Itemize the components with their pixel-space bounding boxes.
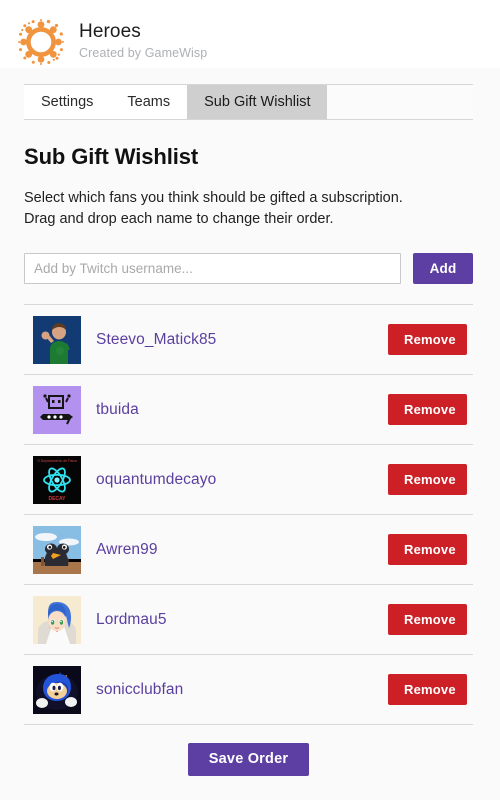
app-author: Created by GameWisp	[79, 46, 208, 60]
remove-button[interactable]: Remove	[388, 674, 467, 705]
list-item[interactable]: sonicclubfan Remove	[24, 655, 473, 725]
remove-button[interactable]: Remove	[388, 604, 467, 635]
svg-text:DECAY: DECAY	[48, 496, 66, 502]
wishlist-username[interactable]: Steevo_Matick85	[96, 331, 388, 349]
avatar-atom-icon: O Departamento de Fisica DECAY	[33, 455, 81, 504]
avatar-sonic-icon	[33, 665, 81, 714]
avatar-3d-person-waving-icon	[33, 315, 81, 364]
tab-filler	[327, 85, 473, 119]
description-line-2: Drag and drop each name to change their …	[24, 211, 334, 227]
wishlist-username[interactable]: sonicclubfan	[96, 681, 388, 699]
avatar-anime-girl-icon	[33, 595, 81, 644]
tab-settings[interactable]: Settings	[24, 85, 111, 119]
section-title: Sub Gift Wishlist	[24, 144, 199, 169]
tab-teams[interactable]: Teams	[110, 85, 188, 119]
page-title: Heroes	[79, 21, 141, 42]
svg-text:O Departamento de Fisica: O Departamento de Fisica	[37, 459, 77, 463]
list-item[interactable]: Steevo_Matick85 Remove	[24, 305, 473, 375]
wishlist-username[interactable]: tbuida	[96, 401, 388, 419]
remove-button[interactable]: Remove	[388, 394, 467, 425]
section-description: Select which fans you think should be gi…	[24, 188, 454, 230]
add-button[interactable]: Add	[413, 253, 473, 284]
tab-strip: Settings Teams Sub Gift Wishlist	[24, 84, 473, 120]
list-item[interactable]: Lordmau5 Remove	[24, 585, 473, 655]
app-title-block: Heroes Created by GameWisp	[79, 21, 207, 63]
add-user-form: Add	[24, 253, 473, 284]
list-item[interactable]: Awren99 Remove	[24, 515, 473, 585]
wishlist-username[interactable]: oquantumdecayo	[96, 471, 388, 489]
remove-button[interactable]: Remove	[388, 464, 467, 495]
wishlist-username[interactable]: Lordmau5	[96, 611, 388, 629]
gamewisp-sun-gear-icon	[17, 18, 65, 66]
main-content: Sub Gift Wishlist Select which fans you …	[0, 144, 500, 776]
app-page: Heroes Created by GameWisp Settings Team…	[0, 0, 500, 800]
wishlist-username[interactable]: Awren99	[96, 541, 388, 559]
save-order-button[interactable]: Save Order	[187, 743, 310, 776]
remove-button[interactable]: Remove	[388, 324, 467, 355]
tab-sub-gift-wishlist[interactable]: Sub Gift Wishlist	[187, 85, 328, 119]
tab-list: Settings Teams Sub Gift Wishlist	[24, 85, 473, 119]
twitch-username-input[interactable]	[24, 253, 401, 284]
list-item[interactable]: O Departamento de Fisica DECAY oquantumd…	[24, 445, 473, 515]
avatar-pixel-creature-icon	[33, 385, 81, 434]
wishlist: Steevo_Matick85 Remove tbuida Remove O D…	[24, 305, 473, 725]
avatar-bird-icon	[33, 525, 81, 574]
list-item[interactable]: tbuida Remove	[24, 375, 473, 445]
description-line-1: Select which fans you think should be gi…	[24, 190, 403, 206]
remove-button[interactable]: Remove	[388, 534, 467, 565]
wishlist-footer: Save Order	[24, 725, 473, 776]
app-header: Heroes Created by GameWisp	[0, 0, 500, 68]
